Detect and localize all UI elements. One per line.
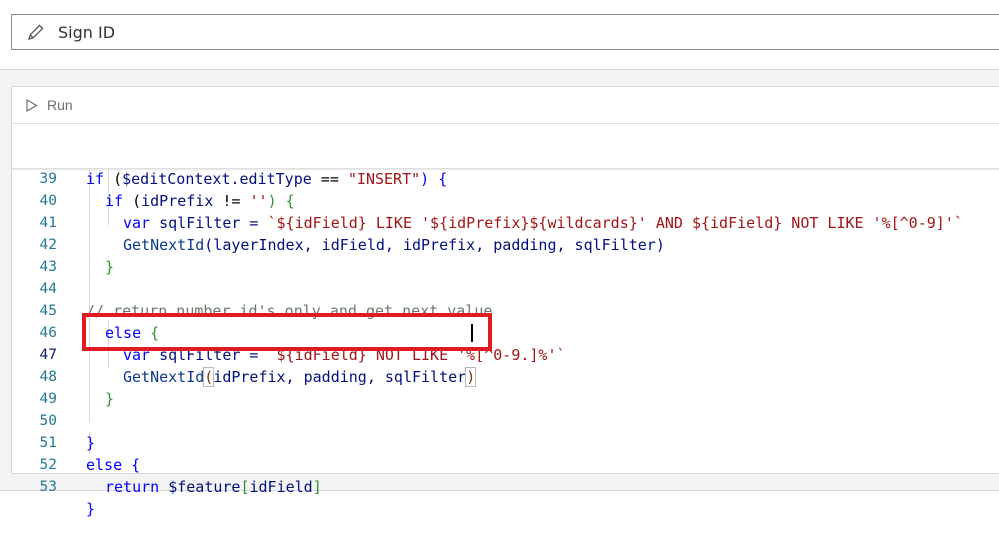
- code-token: GetNextId: [123, 236, 205, 254]
- line-number: 53: [39, 479, 57, 495]
- code-line-45: 45 else {: [12, 278, 160, 342]
- code-token: }: [105, 258, 115, 276]
- code-line-41: 41 GetNextId(layerIndex, idField, idPref…: [12, 190, 665, 254]
- code-token: [: [240, 478, 250, 496]
- code-token: }: [86, 500, 96, 518]
- code-token: ) {: [267, 192, 295, 210]
- expression-panel: Run 35 if ($editContext.editType == "INS…: [0, 69, 999, 518]
- code-line-53: 53 }: [12, 454, 96, 518]
- code-token: else: [86, 456, 123, 474]
- play-icon: [26, 98, 38, 112]
- sign-id-name-field[interactable]: Sign ID: [11, 14, 999, 50]
- code-editor[interactable]: Run 35 if ($editContext.editType == "INS…: [11, 86, 999, 518]
- code-token: !=: [213, 192, 250, 210]
- code-line-47: 47 GetNextId(idPrefix, padding, sqlFilte…: [12, 322, 477, 387]
- code-token: }: [86, 434, 96, 452]
- code-token: $editContext.editType: [122, 170, 312, 188]
- code-line-44: 44 // return number id's only and get ne…: [12, 256, 493, 320]
- editor-toolbar: Run: [12, 87, 999, 124]
- code-token: (: [203, 367, 215, 387]
- code-line-51: 51 else {: [12, 410, 141, 474]
- code-token: ) {: [420, 170, 448, 188]
- code-token: "INSERT": [347, 170, 421, 188]
- code-line-39: 39 if (idPrefix != '') {: [12, 146, 999, 210]
- code-line-48: 48 }: [12, 344, 115, 408]
- run-label: Run: [47, 97, 73, 113]
- code-token: var: [123, 214, 151, 232]
- code-token: ==: [311, 170, 348, 188]
- code-token: if: [105, 192, 124, 210]
- code-line-35: 35 if ($editContext.editType == "INSERT"…: [12, 124, 999, 188]
- code-line-50: 50 }: [12, 388, 96, 452]
- code-token: idPrefix, padding, sqlFilter: [213, 368, 467, 386]
- code-token: $feature: [159, 478, 241, 496]
- run-button[interactable]: Run: [25, 97, 73, 113]
- indent-guide: [89, 168, 90, 422]
- code-line-42: 42 }: [12, 212, 115, 276]
- code-token: (: [123, 192, 142, 210]
- code-token: if: [86, 170, 105, 188]
- code-token: (layerIndex, idField, idPrefix, padding,…: [204, 236, 665, 254]
- name-field-value: Sign ID: [58, 22, 116, 42]
- code-token: `${idField} LIKE '${idPrefix}${wildcards…: [267, 214, 963, 232]
- code-token: '': [249, 192, 268, 210]
- sticky-scroll-shadow: [12, 168, 999, 171]
- code-token: (: [104, 170, 123, 188]
- code-line-46: 46 var sqlFilter = `${idField} NOT LIKE …: [12, 300, 566, 364]
- highlight-annotation-box: [82, 313, 492, 351]
- code-line-52: 52 return $feature[idField]: [12, 432, 322, 496]
- code-token: GetNextId: [123, 368, 205, 386]
- code-token: }: [105, 390, 115, 408]
- code-token: sqlFilter =: [150, 214, 268, 232]
- code-token: idField: [249, 478, 313, 496]
- code-token: ): [465, 367, 477, 387]
- pencil-icon: [28, 24, 44, 40]
- code-token: ]: [312, 478, 322, 496]
- code-token: return: [105, 478, 160, 496]
- code-line-49: 49: [12, 366, 84, 407]
- code-token: {: [122, 456, 141, 474]
- code-token: idPrefix: [141, 192, 214, 210]
- code-line-40: 40 var sqlFilter = `${idField} LIKE '${i…: [12, 168, 963, 232]
- code-line-43: 43: [12, 234, 84, 275]
